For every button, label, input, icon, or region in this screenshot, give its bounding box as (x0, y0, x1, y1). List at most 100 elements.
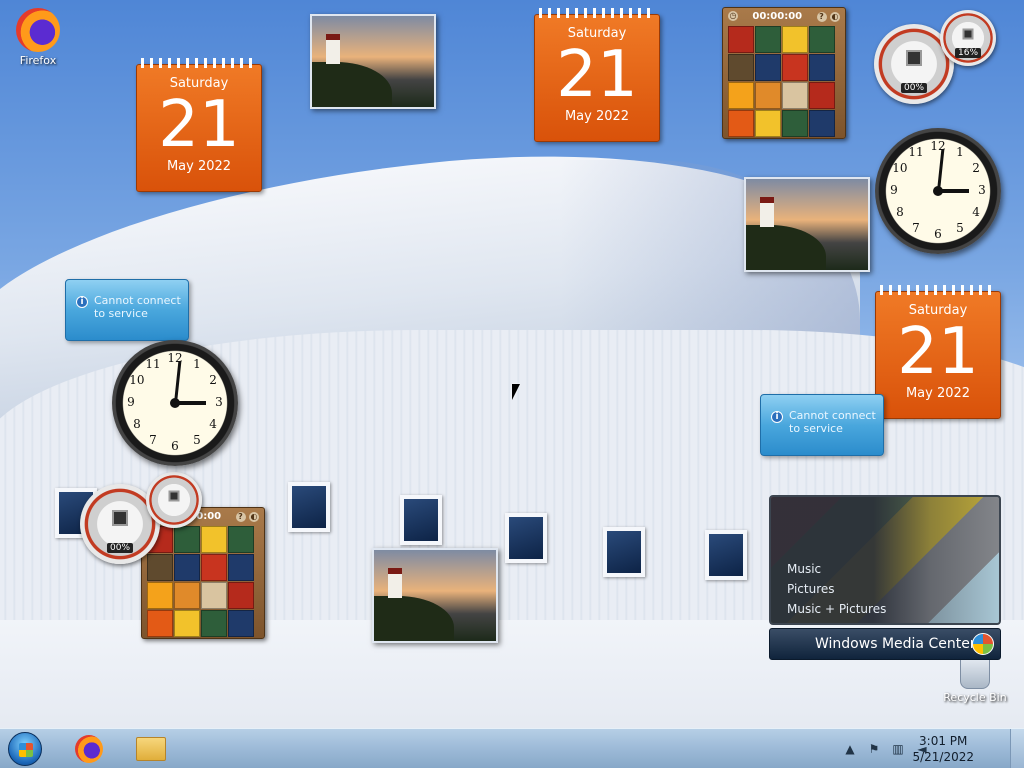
puzzle-tile[interactable] (782, 110, 808, 137)
wallpaper-window (400, 495, 442, 545)
mouse-cursor (512, 384, 526, 400)
clock-numeral: 10 (892, 161, 908, 175)
network-icon[interactable]: ▥ (891, 742, 905, 756)
calendar-day: 21 (556, 38, 638, 112)
pause-icon[interactable]: ◐ (829, 11, 840, 22)
puzzle-grid[interactable] (728, 26, 840, 137)
memory-chip-icon (168, 490, 180, 502)
weather-gadget[interactable]: i Cannot connect to service (760, 394, 884, 456)
media-center-menu: Music Pictures Music + Pictures (787, 559, 886, 619)
calendar-day: 21 (897, 315, 979, 389)
weather-gadget[interactable]: i Cannot connect to service (65, 279, 189, 341)
cpu-meter-gadget[interactable]: 00% (80, 472, 206, 564)
clock-numeral: 1 (956, 144, 964, 159)
puzzle-tile[interactable] (782, 82, 808, 109)
puzzle-tile[interactable] (228, 610, 254, 637)
puzzle-tile[interactable] (201, 554, 227, 581)
start-button[interactable] (8, 732, 42, 766)
puzzle-tile[interactable] (755, 26, 781, 53)
puzzle-tile[interactable] (809, 54, 835, 81)
media-center-gadget[interactable]: Music Pictures Music + Pictures (769, 495, 1001, 625)
puzzle-timer: 00:00:00 (752, 10, 803, 22)
slideshow-gadget[interactable] (310, 14, 436, 109)
cpu-meter-gadget[interactable]: 00% 16% (874, 10, 1000, 104)
clock-numeral: 4 (972, 205, 980, 219)
puzzle-tile[interactable] (228, 526, 254, 553)
desktop-icon-recycle-bin[interactable]: Recycle Bin (940, 655, 1010, 704)
puzzle-tile[interactable] (755, 54, 781, 81)
calendar-gadget[interactable]: Saturday 21 May 2022 (875, 285, 1001, 419)
action-center-flag-icon[interactable]: ⚑ (867, 742, 881, 756)
cpu-chip-icon (112, 509, 128, 526)
taskbar-clock[interactable]: 3:01 PM 5/21/2022 (912, 733, 974, 765)
clock-numeral: 8 (896, 205, 904, 219)
puzzle-tile[interactable] (147, 554, 173, 581)
calendar-month-year: May 2022 (564, 109, 630, 124)
clock-center (933, 186, 943, 196)
puzzle-tile[interactable] (228, 554, 254, 581)
picture-puzzle-gadget[interactable]: ◷ 00:00:00 ? ◐ (722, 7, 846, 139)
cpu-value: 00% (900, 82, 928, 93)
clock-numeral: 7 (912, 221, 920, 236)
puzzle-tile[interactable] (147, 582, 173, 609)
clock-numeral: 3 (978, 183, 986, 197)
slideshow-cliff (374, 596, 454, 641)
wallpaper-window (288, 482, 330, 532)
puzzle-tile[interactable] (228, 582, 254, 609)
recycle-bin-icon (960, 655, 990, 689)
puzzle-tile[interactable] (147, 610, 173, 637)
clock-numeral: 2 (209, 373, 217, 387)
puzzle-tile[interactable] (782, 54, 808, 81)
help-icon[interactable]: ? (816, 11, 827, 22)
puzzle-tile[interactable] (728, 54, 754, 81)
taskbar-time: 3:01 PM (919, 734, 968, 748)
menu-item-music-pictures[interactable]: Music + Pictures (787, 599, 886, 619)
puzzle-tile[interactable] (728, 26, 754, 53)
clock-numeral: 8 (133, 417, 141, 431)
memory-dial (146, 472, 202, 528)
calendar-gadget[interactable]: Saturday 21 May 2022 (534, 8, 660, 142)
firefox-icon (16, 8, 60, 52)
windows-logo-icon (19, 743, 33, 757)
help-icon[interactable]: ? (235, 511, 246, 522)
clock-numeral: 2 (972, 161, 980, 175)
puzzle-tile[interactable] (201, 610, 227, 637)
media-center-title: Windows Media Center (815, 636, 976, 652)
calendar-gadget[interactable]: Saturday 21 May 2022 (136, 58, 262, 192)
puzzle-tile[interactable] (201, 582, 227, 609)
menu-item-music[interactable]: Music (787, 559, 886, 579)
taskbar-explorer[interactable] (124, 732, 178, 766)
pause-icon[interactable]: ◐ (248, 511, 259, 522)
taskbar-firefox[interactable] (62, 732, 116, 766)
taskbar: ▲ ⚑ ▥ ◄ 3:01 PM 5/21/2022 (0, 728, 1024, 768)
puzzle-tile[interactable] (809, 110, 835, 137)
puzzle-tile[interactable] (728, 110, 754, 137)
folder-icon (136, 737, 166, 761)
lighthouse-image (760, 197, 774, 227)
slideshow-cliff (312, 62, 392, 107)
clock-numeral: 1 (193, 356, 201, 371)
puzzle-tile[interactable] (174, 582, 200, 609)
puzzle-tile[interactable] (755, 82, 781, 109)
slideshow-gadget[interactable] (372, 548, 498, 643)
clock-gadget[interactable]: 12 1 2 3 4 5 6 7 8 9 10 11 (112, 340, 238, 466)
media-center-bar[interactable]: Windows Media Center (769, 628, 1001, 660)
puzzle-tile[interactable] (174, 610, 200, 637)
puzzle-tile[interactable] (809, 82, 835, 109)
desktop-icon-firefox[interactable]: Firefox (3, 8, 73, 67)
puzzle-tile[interactable] (174, 554, 200, 581)
puzzle-tile[interactable] (728, 82, 754, 109)
show-desktop-button[interactable] (1010, 729, 1024, 768)
clock-numeral: 4 (209, 417, 217, 431)
calendar-rings (539, 8, 655, 18)
clock-gadget[interactable]: 12 1 2 3 4 5 6 7 8 9 10 11 (875, 128, 1001, 254)
clock-hour-hand (176, 401, 206, 405)
show-hidden-icons-icon[interactable]: ▲ (843, 742, 857, 756)
puzzle-tile[interactable] (809, 26, 835, 53)
memory-chip-icon (962, 28, 974, 40)
puzzle-tile[interactable] (755, 110, 781, 137)
clock-numeral: 11 (145, 356, 161, 371)
slideshow-gadget[interactable] (744, 177, 870, 272)
menu-item-pictures[interactable]: Pictures (787, 579, 886, 599)
puzzle-tile[interactable] (782, 26, 808, 53)
